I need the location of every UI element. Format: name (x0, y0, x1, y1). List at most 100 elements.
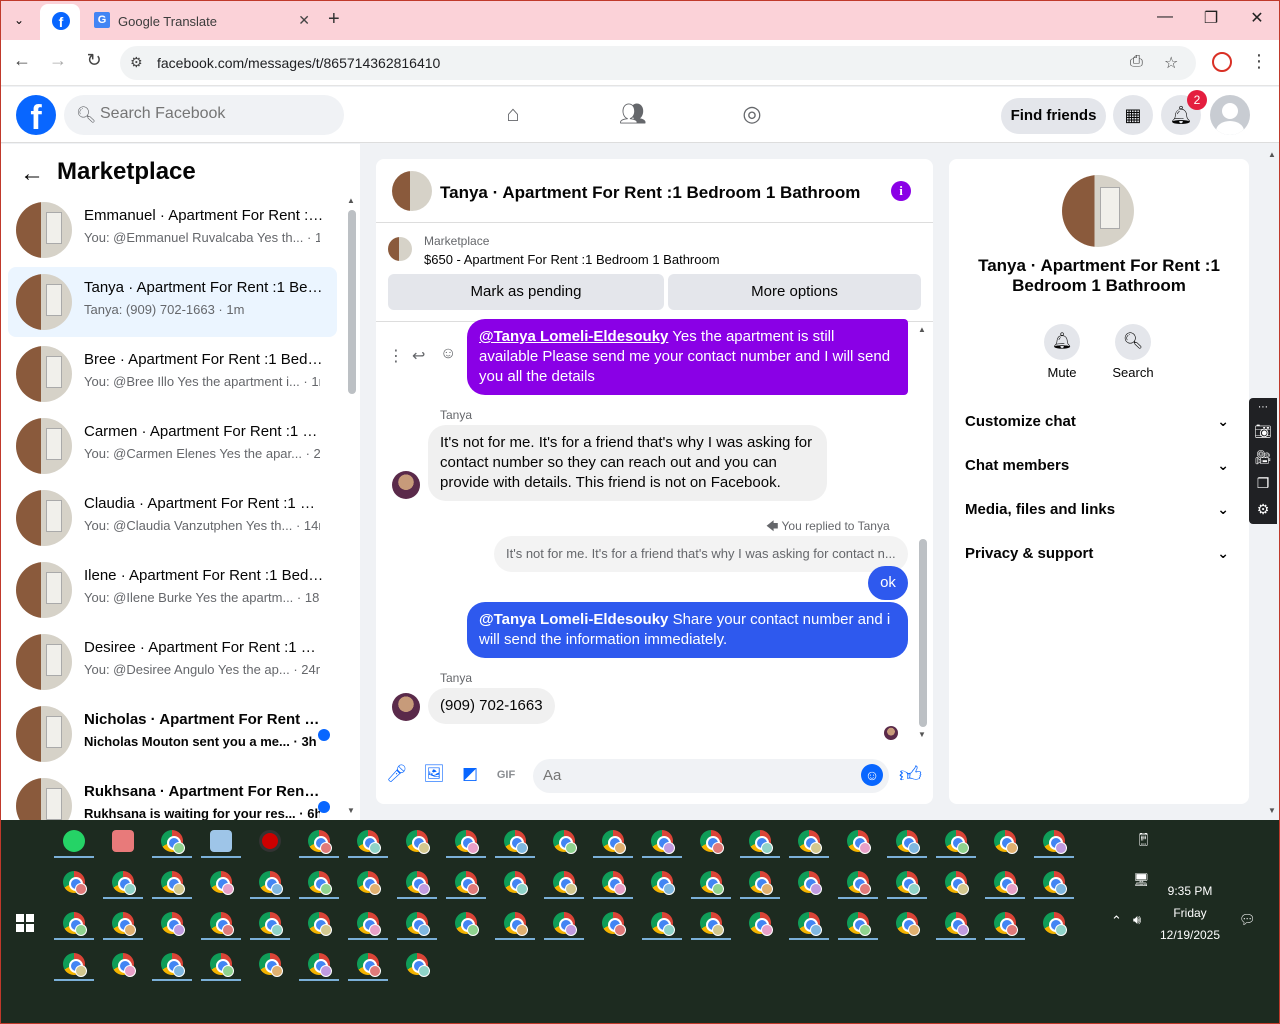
chrome-profile-icon[interactable] (63, 912, 87, 936)
facebook-search[interactable]: 🔍︎ (64, 95, 344, 135)
chrome-profile-icon[interactable] (1043, 912, 1067, 936)
chrome-profile-icon[interactable] (161, 912, 185, 936)
chrome-profile-icon[interactable] (700, 871, 724, 895)
chrome-profile-icon[interactable] (896, 830, 920, 854)
chrome-profile-icon[interactable] (259, 953, 283, 977)
chrome-profile-icon[interactable] (308, 830, 332, 854)
window-icon[interactable]: ❐ (1249, 470, 1277, 496)
listing-avatar[interactable] (1062, 175, 1134, 247)
video-icon[interactable]: 🎥︎ (1249, 444, 1277, 470)
conversation-item[interactable]: Carmen · Apartment For Rent :1 Bedroom 1… (8, 411, 337, 481)
chrome-profile-icon[interactable] (896, 871, 920, 895)
chrome-profile-icon[interactable] (994, 830, 1018, 854)
chrome-profile-icon[interactable] (651, 912, 675, 936)
tanya-avatar[interactable] (392, 471, 420, 499)
facebook-logo-icon[interactable]: f (16, 95, 56, 137)
mute-bell-icon[interactable]: 🔔︎ (1044, 324, 1080, 360)
gif-icon[interactable]: GIF (495, 764, 517, 786)
tray-network-icon[interactable]: 🖥︎ (1133, 872, 1150, 888)
scroll-up-icon[interactable]: ▲ (347, 196, 355, 205)
restore-icon[interactable]: ❐ (1201, 8, 1221, 28)
chrome-profile-icon[interactable] (308, 953, 332, 977)
chrome-profile-icon[interactable] (308, 871, 332, 895)
privacy-support-section[interactable]: Privacy & support ⌄ (965, 545, 1233, 573)
more-icon[interactable]: ⋮ (388, 346, 404, 366)
message-incoming[interactable]: It's not for me. It's for a friend that'… (428, 425, 827, 501)
message-outgoing[interactable]: ok (868, 566, 908, 600)
new-tab-icon[interactable]: + (328, 8, 340, 31)
chrome-profile-icon[interactable] (210, 912, 234, 936)
chrome-profile-icon[interactable] (357, 912, 381, 936)
chrome-profile-icon[interactable] (406, 830, 430, 854)
account-avatar[interactable] (1210, 95, 1250, 135)
chrome-profile-icon[interactable] (406, 953, 430, 977)
chrome-profile-icon[interactable] (602, 871, 626, 895)
chrome-profile-icon[interactable] (749, 912, 773, 936)
conversation-item[interactable]: Desiree · Apartment For Rent :1 Bedroom … (8, 627, 337, 697)
chrome-profile-icon[interactable] (210, 953, 234, 977)
chrome-profile-icon[interactable] (406, 871, 430, 895)
chrome-profile-icon[interactable] (553, 912, 577, 936)
chrome-profile-icon[interactable] (504, 912, 528, 936)
chrome-profile-icon[interactable] (847, 912, 871, 936)
chrome-profile-icon[interactable] (847, 830, 871, 854)
sidebar-scrollbar[interactable] (348, 210, 356, 394)
chrome-profile-icon[interactable] (504, 830, 528, 854)
mark-as-pending-button[interactable]: Mark as pending (388, 274, 664, 310)
chrome-profile-icon[interactable] (357, 871, 381, 895)
install-app-icon[interactable]: ⎙ (1130, 53, 1143, 71)
chrome-profile-icon[interactable] (798, 912, 822, 936)
chat-scrollbar[interactable] (919, 539, 927, 727)
back-arrow-icon[interactable]: ← (10, 50, 34, 71)
chrome-profile-icon[interactable] (112, 953, 136, 977)
reload-icon[interactable]: ↻ (82, 50, 106, 71)
tray-phone-icon[interactable]: 📱︎ (1135, 832, 1152, 848)
message-incoming[interactable]: (909) 702-1663 (428, 688, 555, 724)
chrome-profile-icon[interactable] (994, 912, 1018, 936)
chrome-profile-icon[interactable] (259, 871, 283, 895)
chrome-profile-icon[interactable] (700, 830, 724, 854)
windows-start-icon[interactable] (16, 914, 34, 932)
thumbs-up-icon[interactable]: 👍︎ (899, 761, 922, 788)
tab-close-icon[interactable]: ✕ (298, 12, 310, 29)
camera-icon[interactable]: 📷︎ (1249, 418, 1277, 444)
chrome-profile-icon[interactable] (161, 953, 185, 977)
listing-title[interactable]: $650 - Apartment For Rent :1 Bedroom 1 B… (424, 252, 720, 267)
scroll-down-icon[interactable]: ▼ (918, 730, 926, 739)
conversation-item[interactable]: Ilene · Apartment For Rent :1 Bedroom 1 … (8, 555, 337, 625)
chrome-profile-icon[interactable] (455, 912, 479, 936)
chrome-profile-icon[interactable] (1043, 871, 1067, 895)
chrome-profile-icon[interactable] (945, 871, 969, 895)
tray-show-hidden-icon[interactable]: ⌃ (1111, 913, 1122, 929)
quoted-message[interactable]: It's not for me. It's for a friend that'… (494, 536, 908, 572)
chrome-profile-icon[interactable] (602, 912, 626, 936)
chrome-profile-icon[interactable] (161, 871, 185, 895)
find-friends-button[interactable]: Find friends (1001, 98, 1106, 134)
chrome-profile-icon[interactable] (798, 871, 822, 895)
back-arrow-icon[interactable]: ← (20, 160, 44, 188)
search-input[interactable] (100, 105, 330, 123)
chrome-profile-icon[interactable] (798, 830, 822, 854)
message-outgoing[interactable]: @Tanya Lomeli-Eldesouky Share your conta… (467, 602, 908, 658)
notepad-app-icon[interactable] (210, 830, 232, 852)
chrome-profile-icon[interactable] (63, 871, 87, 895)
tab-search-chevron-icon[interactable]: ⌄ (8, 9, 30, 31)
chrome-profile-icon[interactable] (553, 830, 577, 854)
info-icon[interactable]: i (891, 181, 911, 201)
conversation-item[interactable]: Bree · Apartment For Rent :1 Bedroom 1 B… (8, 339, 337, 409)
tab-google-translate[interactable]: G Google Translate ✕ (82, 4, 320, 40)
settings-gear-icon[interactable]: ⚙ (1249, 496, 1277, 522)
paint-app-icon[interactable] (112, 830, 134, 852)
chat-title[interactable]: Tanya · Apartment For Rent :1 Bedroom 1 … (440, 183, 860, 203)
chrome-profile-icon[interactable] (455, 830, 479, 854)
chrome-profile-icon[interactable] (749, 871, 773, 895)
chat-thumbnail[interactable] (392, 171, 432, 211)
tray-volume-icon[interactable]: 🔊︎ (1133, 912, 1141, 928)
chrome-profile-icon[interactable] (63, 953, 87, 977)
chrome-profile-icon[interactable] (210, 871, 234, 895)
chrome-profile-icon[interactable] (406, 912, 430, 936)
conversation-item-selected[interactable]: Tanya · Apartment For Rent :1 Bedroom 1 … (8, 267, 337, 337)
site-settings-icon[interactable]: ⚙ (130, 54, 143, 71)
reply-icon[interactable]: ↩ (412, 346, 425, 366)
forward-arrow-icon[interactable]: → (46, 50, 70, 71)
